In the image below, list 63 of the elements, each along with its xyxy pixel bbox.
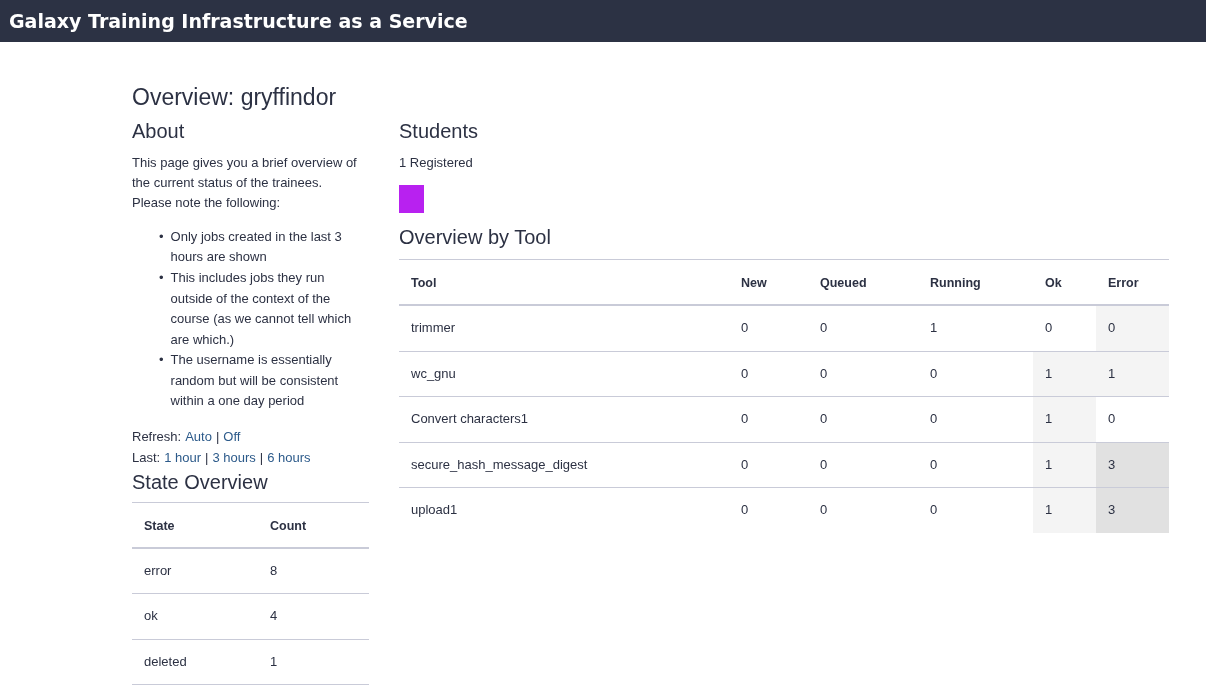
table-cell: 4 — [258, 593, 369, 640]
table-cell: 1 — [918, 305, 1033, 352]
column-header: Queued — [808, 259, 918, 305]
column-header: Running — [918, 259, 1033, 305]
table-cell: Convert characters1 — [399, 396, 729, 443]
table-cell: 0 — [808, 305, 918, 352]
column-header: New — [729, 259, 808, 305]
bullet: • — [159, 351, 164, 370]
separator: | — [215, 427, 220, 446]
table-cell: 0 — [808, 396, 918, 443]
table-cell: secure_hash_message_digest — [399, 442, 729, 488]
column-header: State — [132, 502, 258, 548]
table-cell: 0 — [808, 487, 918, 533]
timespan-link[interactable]: 3 hours — [212, 446, 256, 468]
table-cell: 1 — [258, 639, 369, 685]
table-cell: ok — [132, 593, 258, 640]
column-header: Ok — [1033, 259, 1096, 305]
timespan-label: Last: — [132, 448, 161, 467]
section-heading: Overview by Tool — [399, 225, 552, 249]
section-heading: About — [132, 119, 186, 143]
page-title: Overview: gryffindor — [132, 84, 338, 111]
section-heading: State Overview — [132, 469, 269, 494]
table-cell: deleted — [132, 639, 258, 685]
table-cell: 0 — [729, 487, 808, 533]
refresh-link[interactable]: Auto — [185, 425, 212, 447]
table-cell: 3 — [1096, 442, 1169, 488]
intro-text: This page gives you a brief overview of the current status of the trainees. Please note the following: — [132, 154, 358, 212]
table-cell: trimmer — [399, 305, 729, 352]
note-item: The username is essentially random but will be consistent within a one day period — [170, 351, 340, 411]
student-count: 1 Registered — [399, 154, 474, 172]
refresh-link[interactable]: Off — [223, 425, 241, 447]
table-cell: 0 — [918, 487, 1033, 533]
column-header: Tool — [399, 259, 729, 305]
table-cell: 0 — [729, 442, 808, 488]
note-item: Only jobs created in the last 3 hours are shown — [170, 228, 343, 267]
column-header: Count — [258, 502, 369, 548]
table-cell: 8 — [258, 547, 369, 594]
table-cell: 0 — [808, 351, 918, 397]
bullet: • — [159, 269, 164, 288]
timespan-link[interactable]: 1 hour — [164, 446, 202, 468]
table-cell: 1 — [1033, 351, 1096, 397]
table-cell: 3 — [1096, 487, 1169, 533]
table-cell: 1 — [1033, 487, 1096, 533]
table-cell: 1 — [1033, 396, 1096, 443]
table-cell: error — [132, 547, 258, 594]
table-cell: 0 — [808, 442, 918, 488]
table-cell: 0 — [1096, 305, 1169, 352]
refresh-label: Refresh: — [132, 427, 182, 446]
separator: | — [205, 448, 209, 467]
table-cell: upload1 — [399, 487, 729, 533]
table-cell: 1 — [1096, 351, 1169, 397]
table-cell: 0 — [1096, 396, 1169, 443]
section-heading: Students — [399, 119, 479, 143]
table-cell: 1 — [1033, 442, 1096, 488]
table-cell: 0 — [729, 396, 808, 443]
site-title: Galaxy Training Infrastructure as a Service — [9, 10, 468, 32]
table-cell: 0 — [729, 351, 808, 397]
note-item: This includes jobs they run outside of the context of the course (as we cannot tell which are which.) — [170, 269, 353, 349]
bullet: • — [159, 228, 164, 246]
table-cell: 0 — [729, 305, 808, 352]
table-cell: wc_gnu — [399, 351, 729, 397]
timespan-link[interactable]: 6 hours — [267, 446, 311, 468]
separator: | — [259, 448, 264, 467]
